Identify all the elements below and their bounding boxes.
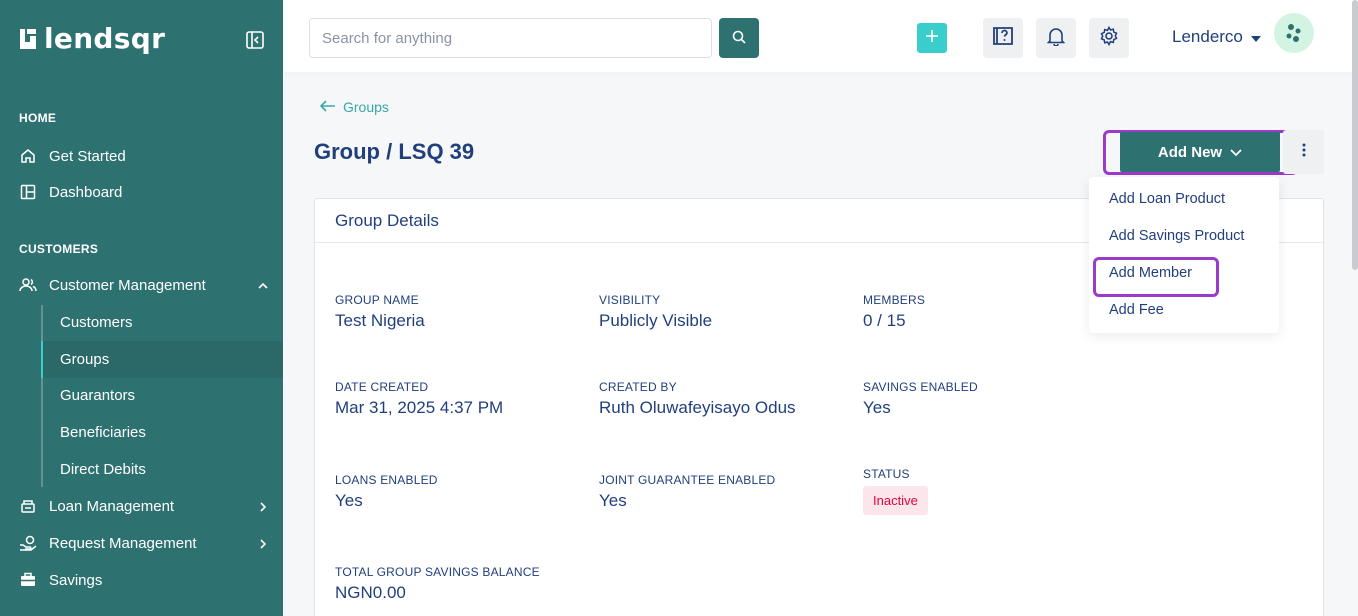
user-name: Lenderco: [1172, 27, 1243, 46]
kebab-menu-icon: [1302, 143, 1306, 162]
menu-item-add-savings-product[interactable]: Add Savings Product: [1109, 228, 1244, 244]
collapse-sidebar-icon[interactable]: [246, 31, 264, 49]
sidebar-item-savings[interactable]: Savings: [19, 569, 269, 591]
quick-add-button[interactable]: [917, 23, 947, 53]
field-label: JOINT GUARANTEE ENABLED: [599, 473, 776, 487]
sidebar-item-request-management[interactable]: Request Management: [19, 532, 269, 554]
field-total-savings-balance: TOTAL GROUP SAVINGS BALANCE NGN0.00: [335, 565, 540, 603]
gear-icon: [1099, 25, 1119, 51]
add-new-label: Add New: [1157, 143, 1223, 161]
users-icon: [19, 276, 37, 294]
field-label: TOTAL GROUP SAVINGS BALANCE: [335, 565, 540, 579]
sidebar-item-dashboard[interactable]: Dashboard: [19, 181, 269, 203]
field-value: NGN0.00: [335, 583, 406, 602]
field-label: VISIBILITY: [599, 293, 661, 307]
chevron-down-icon: [1230, 144, 1242, 161]
user-menu[interactable]: Lenderco: [1172, 27, 1261, 47]
page-scrollbar[interactable]: [1352, 0, 1358, 270]
field-loans-enabled: LOANS ENABLED Yes: [335, 473, 438, 511]
field-label: LOANS ENABLED: [335, 473, 438, 487]
sidebar: lendsqr HOME Get Started Dashboard CUSTO…: [0, 0, 283, 616]
sidebar-item-get-started[interactable]: Get Started: [19, 145, 269, 167]
field-label: GROUP NAME: [335, 293, 419, 307]
field-created-by: CREATED BY Ruth Oluwafeyisayo Odus: [599, 380, 796, 418]
arrow-left-icon: [319, 99, 336, 115]
field-joint-guarantee-enabled: JOINT GUARANTEE ENABLED Yes: [599, 473, 775, 511]
briefcase-icon: [19, 571, 37, 589]
bell-icon: [1046, 26, 1066, 51]
plus-icon: [925, 29, 939, 48]
field-date-created: DATE CREATED Mar 31, 2025 4:37 PM: [335, 380, 503, 418]
field-visibility: VISIBILITY Publicly Visible: [599, 293, 712, 331]
chevron-right-icon: [257, 500, 269, 512]
field-value: Yes: [335, 491, 363, 510]
brand-name: lendsqr: [44, 22, 166, 55]
field-label: CREATED BY: [599, 380, 677, 394]
hand-money-icon: [19, 534, 37, 552]
sidebar-subitem-beneficiaries[interactable]: Beneficiaries: [41, 414, 283, 451]
field-status: STATUS Inactive: [863, 467, 928, 515]
sidebar-item-label: Savings: [49, 571, 103, 589]
search-icon: [732, 30, 746, 47]
chevron-right-icon: [257, 537, 269, 549]
menu-item-add-loan-product[interactable]: Add Loan Product: [1109, 191, 1225, 207]
field-label: DATE CREATED: [335, 380, 429, 394]
field-value: Mar 31, 2025 4:37 PM: [335, 398, 504, 417]
sidebar-item-label: Loan Management: [49, 497, 175, 515]
back-to-groups-link[interactable]: Groups: [319, 99, 389, 115]
loan-icon: [19, 497, 37, 515]
lendsqr-logo-icon: [18, 28, 38, 50]
field-group-name: GROUP NAME Test Nigeria: [335, 293, 425, 331]
avatar[interactable]: [1274, 13, 1314, 53]
brand-logo[interactable]: lendsqr: [18, 24, 165, 54]
page-title: Group / LSQ 39: [314, 139, 475, 164]
field-savings-enabled: SAVINGS ENABLED Yes: [863, 380, 978, 418]
sidebar-subitem-direct-debits[interactable]: Direct Debits: [41, 451, 283, 488]
menu-item-add-fee[interactable]: Add Fee: [1109, 302, 1164, 318]
sidebar-item-customer-management[interactable]: Customer Management: [19, 274, 269, 296]
help-icon: [992, 26, 1014, 51]
chevron-up-icon: [257, 279, 269, 291]
sidebar-item-loan-management[interactable]: Loan Management: [19, 495, 269, 517]
field-members: MEMBERS 0 / 15: [863, 293, 925, 331]
back-link-label: Groups: [343, 99, 389, 115]
settings-button[interactable]: [1089, 18, 1129, 58]
search-button[interactable]: [719, 18, 759, 58]
field-label: SAVINGS ENABLED: [863, 380, 978, 394]
section-label-customers: CUSTOMERS: [19, 242, 99, 256]
status-badge: Inactive: [863, 486, 928, 515]
field-value: Yes: [863, 398, 891, 417]
field-value: 0 / 15: [863, 311, 906, 330]
add-member-highlight: [1093, 257, 1219, 297]
more-options-button[interactable]: [1283, 130, 1324, 174]
sidebar-subitem-customers[interactable]: Customers: [41, 304, 283, 341]
field-label: STATUS: [863, 467, 910, 481]
field-value: Yes: [599, 491, 627, 510]
sidebar-item-label: Get Started: [49, 147, 126, 165]
section-label-home: HOME: [19, 111, 57, 125]
sidebar-subitem-groups[interactable]: Groups: [41, 341, 283, 378]
field-value: Publicly Visible: [599, 311, 713, 330]
add-new-dropdown: Add Loan Product Add Savings Product Add…: [1089, 177, 1279, 333]
sidebar-subitem-guarantors[interactable]: Guarantors: [41, 377, 283, 414]
add-new-button[interactable]: Add New: [1120, 132, 1280, 172]
home-icon: [19, 147, 37, 165]
help-button[interactable]: [983, 18, 1023, 58]
field-label: MEMBERS: [863, 293, 926, 307]
caret-down-icon: [1250, 27, 1261, 47]
field-value: Test Nigeria: [335, 311, 425, 330]
sidebar-item-label: Request Management: [49, 534, 197, 552]
notifications-button[interactable]: [1036, 18, 1076, 58]
avatar-pattern-icon: [1286, 24, 1301, 42]
dashboard-icon: [19, 183, 37, 201]
search-input[interactable]: [309, 18, 712, 58]
field-value: Ruth Oluwafeyisayo Odus: [599, 398, 796, 417]
sidebar-item-label: Dashboard: [49, 183, 123, 201]
top-bar: Lenderco: [283, 0, 1358, 72]
sidebar-item-label: Customer Management: [49, 276, 206, 294]
